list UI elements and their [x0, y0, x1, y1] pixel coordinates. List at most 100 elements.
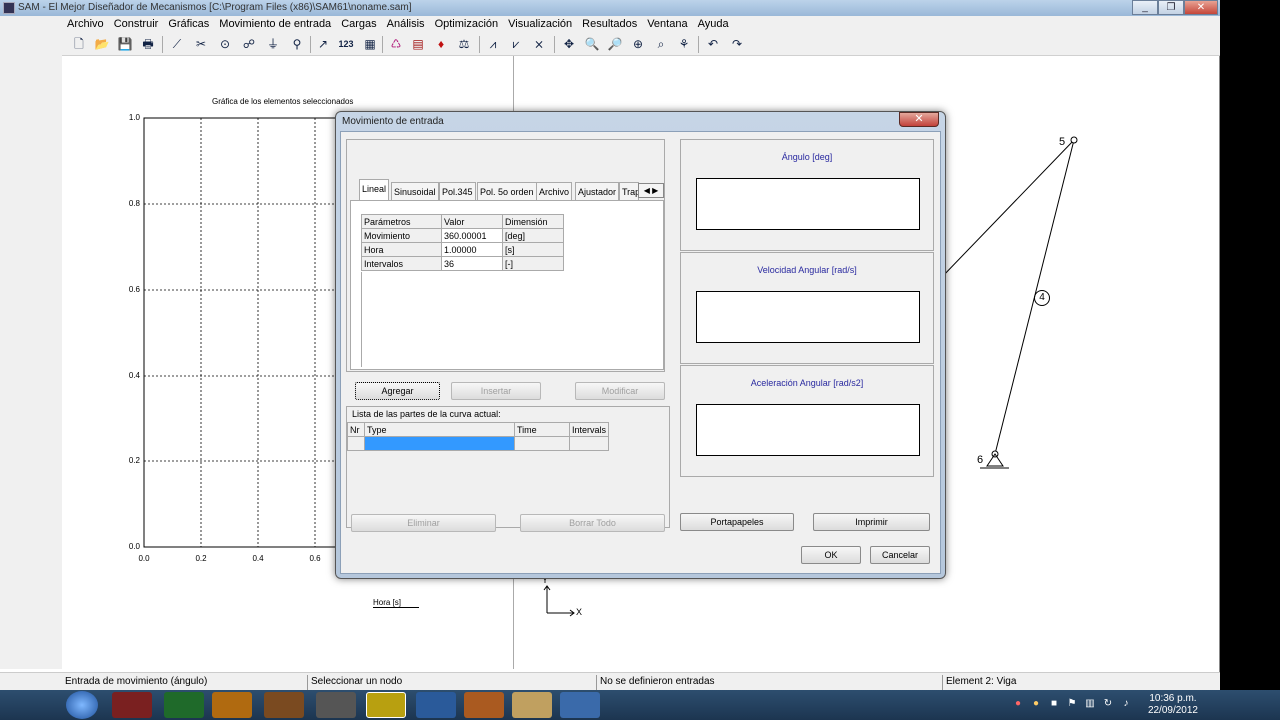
- print-icon[interactable]: 🖶: [139, 36, 157, 53]
- insertar-button[interactable]: Insertar: [451, 382, 541, 400]
- list-item[interactable]: [347, 436, 610, 451]
- tray-volume-icon[interactable]: ♪: [1120, 698, 1132, 710]
- velocidad-angular-title: Velocidad Angular [rad/s]: [757, 265, 857, 275]
- cut-icon[interactable]: ✂: [192, 36, 210, 53]
- menu-visualizacion[interactable]: Visualización: [503, 16, 577, 33]
- curve-parts-list[interactable]: Nr Type Time Intervals: [347, 422, 669, 527]
- cancelar-button[interactable]: Cancelar: [870, 546, 930, 564]
- tray-flag-icon[interactable]: ⚑: [1066, 698, 1078, 710]
- eliminar-button[interactable]: Eliminar: [351, 514, 496, 532]
- menu-graficas[interactable]: Gráficas: [163, 16, 214, 33]
- curve-icon[interactable]: ↗: [314, 36, 332, 53]
- dialog-close-button[interactable]: ✕: [899, 112, 939, 127]
- intervalos-value-field[interactable]: 36: [441, 256, 503, 271]
- tab-sinusoidal[interactable]: Sinusoidal: [391, 182, 439, 200]
- pan-icon[interactable]: ✥: [560, 36, 578, 53]
- tab-scroll-arrows[interactable]: ◀ ▶: [638, 183, 664, 198]
- list-cell-time: [514, 436, 570, 451]
- portapapeles-button[interactable]: Portapapeles: [680, 513, 794, 531]
- menu-archivo[interactable]: Archivo: [0, 16, 109, 33]
- link-icon[interactable]: ☍: [240, 36, 258, 53]
- maximize-button[interactable]: ❐: [1158, 0, 1184, 15]
- taskbar-acrobat-icon[interactable]: [112, 692, 152, 718]
- status-inputs: No se definieron entradas: [596, 675, 942, 690]
- redo-icon[interactable]: ↷: [728, 36, 746, 53]
- intervalos-dimension: [-]: [502, 256, 564, 271]
- toolbar-separator: [382, 36, 383, 53]
- tab-lineal[interactable]: Lineal: [359, 179, 390, 201]
- menu-ventana[interactable]: Ventana: [642, 16, 692, 33]
- taskbar-explorer-icon[interactable]: [512, 692, 552, 718]
- menu-resultados[interactable]: Resultados: [577, 16, 642, 33]
- movimiento-value-field[interactable]: 360.00001: [441, 228, 503, 243]
- menu-ayuda[interactable]: Ayuda: [693, 16, 734, 33]
- zoom-all-icon[interactable]: ⚘: [675, 36, 693, 53]
- tab-ajustador[interactable]: Ajustador: [575, 182, 620, 200]
- graph-one-icon[interactable]: ⩘: [484, 36, 502, 53]
- circle-icon[interactable]: ⊙: [216, 36, 234, 53]
- imprimir-button[interactable]: Imprimir: [813, 513, 930, 531]
- toolbar-separator: [698, 36, 699, 53]
- weight-icon[interactable]: ⚖: [455, 36, 473, 53]
- save-icon[interactable]: 💾: [116, 36, 134, 53]
- agregar-button[interactable]: Agregar: [355, 382, 440, 400]
- node-icon[interactable]: ⚲: [288, 36, 306, 53]
- zoom-icon[interactable]: ⊕: [629, 36, 647, 53]
- force-icon[interactable]: ♦: [432, 36, 450, 53]
- taskbar-edit-icon[interactable]: [560, 692, 600, 718]
- motion-type-panel: Lineal Sinusoidal Pol.345 Pol. 5o orden …: [346, 139, 665, 372]
- borrar-todo-button[interactable]: Borrar Todo: [520, 514, 665, 532]
- close-button[interactable]: ✕: [1184, 0, 1218, 15]
- zoom-in-icon[interactable]: 🔎: [606, 36, 624, 53]
- menu-movimiento-de-entrada[interactable]: Movimiento de entrada: [214, 16, 336, 33]
- taskbar-sam2-icon[interactable]: [316, 692, 356, 718]
- taskbar-tool-icon[interactable]: [416, 692, 456, 718]
- minimize-button[interactable]: _: [1132, 0, 1158, 15]
- curve-parts-table: Nr Type Time Intervals: [347, 422, 610, 451]
- tray-sync-icon[interactable]: ↻: [1102, 698, 1114, 710]
- tray-antivirus-icon[interactable]: ●: [1012, 698, 1024, 710]
- graph-three-icon[interactable]: ⨯: [530, 36, 548, 53]
- hora-value-field[interactable]: 1.00000: [441, 242, 503, 257]
- tray-app-icon[interactable]: ■: [1048, 698, 1060, 710]
- tab-archivo[interactable]: Archivo: [536, 182, 573, 200]
- table-icon[interactable]: ▤: [409, 36, 427, 53]
- tray-network-icon[interactable]: ▥: [1084, 698, 1096, 710]
- table-row: Movimiento 360.00001 [deg]: [361, 228, 564, 243]
- node-5-marker: [1070, 136, 1078, 144]
- new-file-icon[interactable]: 🗋: [70, 36, 88, 53]
- menu-cargas[interactable]: Cargas: [336, 16, 381, 33]
- menu-optimizacion[interactable]: Optimización: [430, 16, 504, 33]
- modificar-button[interactable]: Modificar: [575, 382, 665, 400]
- fixed-support-icon[interactable]: ⏚: [264, 36, 282, 53]
- draw-line-icon[interactable]: ⟋: [168, 36, 186, 53]
- angulo-title: Ángulo [deg]: [781, 152, 833, 162]
- taskbar-app-icon[interactable]: [164, 692, 204, 718]
- grid-icon[interactable]: ▦: [361, 36, 379, 53]
- tray-clock[interactable]: 10:36 p.m. 22/09/2012: [1148, 693, 1198, 717]
- taskbar-sam-active-icon[interactable]: [366, 692, 406, 718]
- tab-trap[interactable]: Trap: [619, 182, 639, 200]
- input-motion-dialog: Movimiento de entrada ✕ Lineal Sinusoida…: [335, 111, 946, 579]
- input-motion-icon[interactable]: ♺: [387, 36, 405, 53]
- taskbar-sam-icon[interactable]: [264, 692, 304, 718]
- taskbar-hand-icon[interactable]: [464, 692, 504, 718]
- tab-pol-5o-orden[interactable]: Pol. 5o orden: [477, 182, 537, 200]
- menu-construir[interactable]: Construir: [109, 16, 164, 33]
- graph-two-icon[interactable]: ⩗: [507, 36, 525, 53]
- ok-button[interactable]: OK: [801, 546, 861, 564]
- status-mode: Entrada de movimiento (ángulo): [65, 676, 208, 687]
- start-button[interactable]: [66, 691, 98, 719]
- list-header-type: Type: [364, 422, 515, 437]
- zoom-fit-icon[interactable]: ⌕: [652, 36, 670, 53]
- tab-pol345[interactable]: Pol.345: [439, 182, 476, 200]
- numbering-icon[interactable]: 123: [337, 36, 355, 53]
- undo-icon[interactable]: ↶: [704, 36, 722, 53]
- tray-update-icon[interactable]: ●: [1030, 698, 1042, 710]
- menu-analisis[interactable]: Análisis: [382, 16, 430, 33]
- taskbar-media-icon[interactable]: [212, 692, 252, 718]
- list-cell-type-selected[interactable]: [364, 436, 515, 451]
- open-file-icon[interactable]: 📂: [93, 36, 111, 53]
- angulo-graph: [696, 178, 920, 230]
- zoom-out-icon[interactable]: 🔍: [583, 36, 601, 53]
